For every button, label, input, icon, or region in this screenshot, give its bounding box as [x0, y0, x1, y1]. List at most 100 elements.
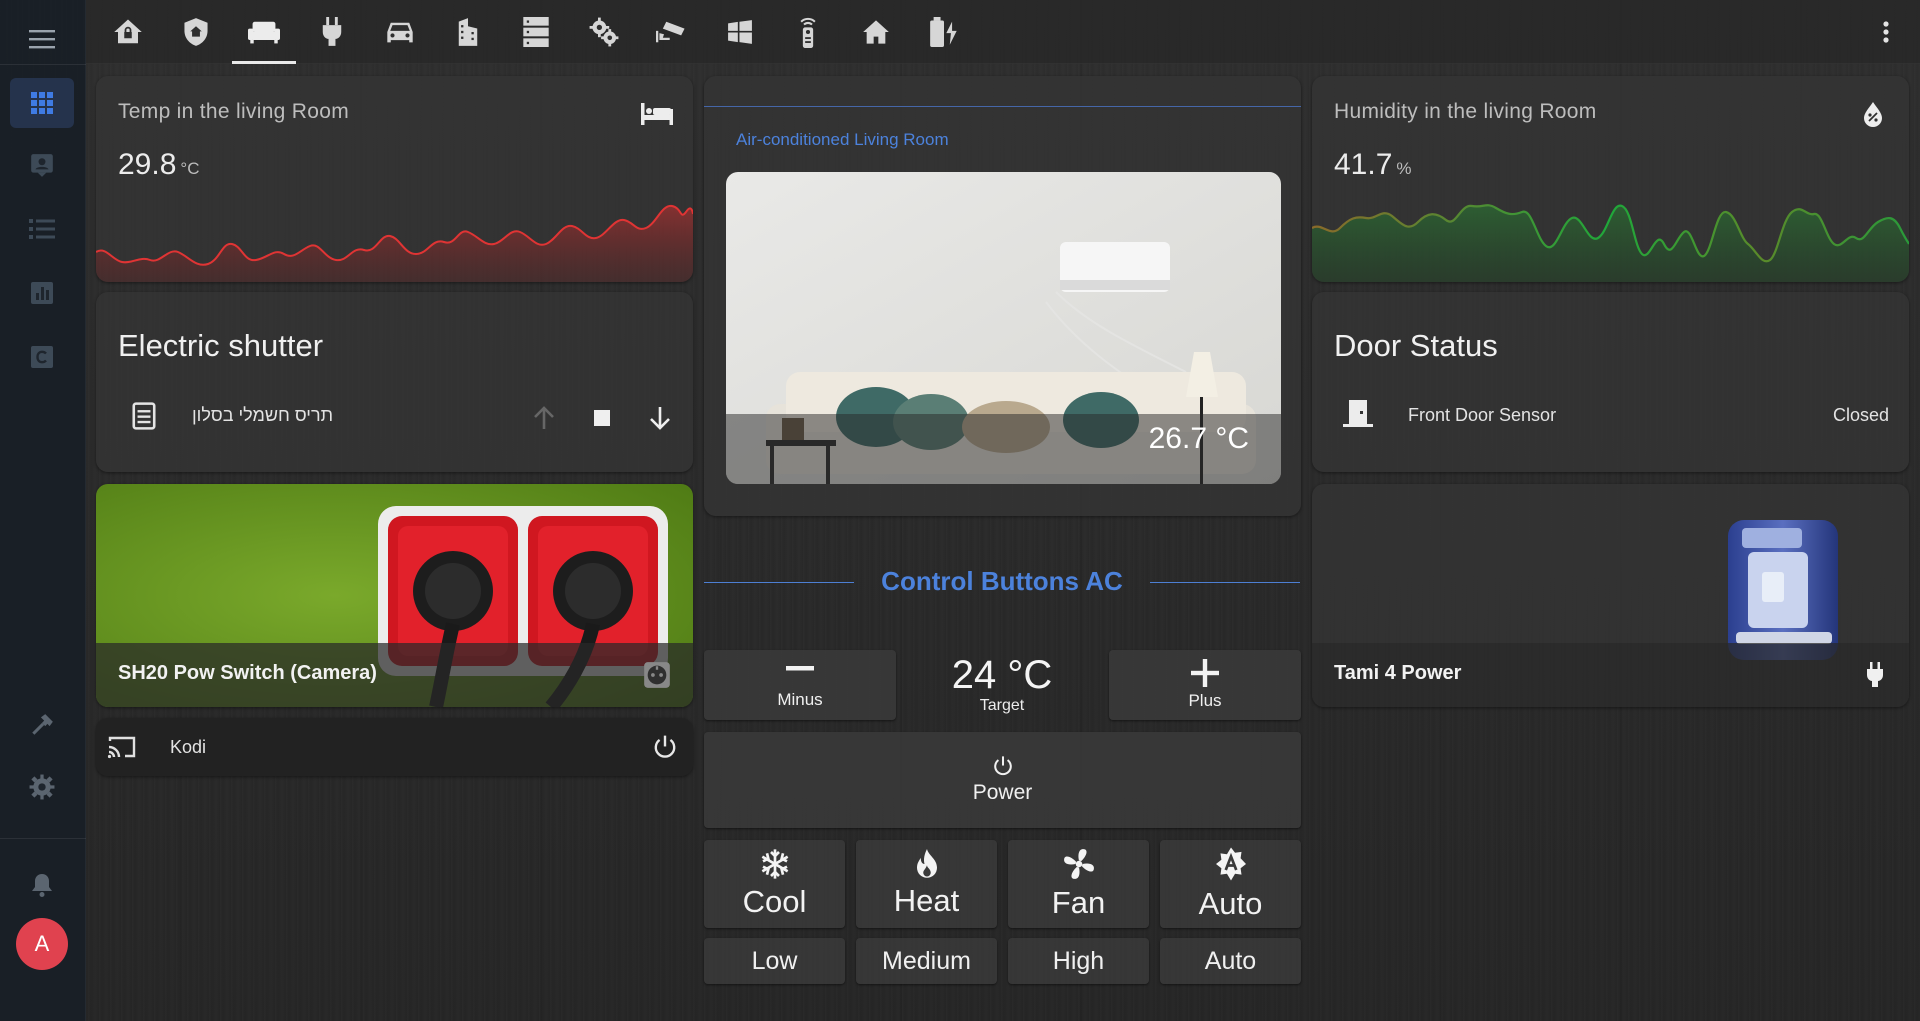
minus-label: Minus: [777, 690, 823, 709]
minus-button[interactable]: Minus: [704, 650, 896, 720]
switch-camera-card[interactable]: SH20 Pow Switch (Camera): [96, 484, 693, 707]
office-building-icon: [458, 18, 478, 46]
kodi-card[interactable]: Kodi: [96, 718, 693, 776]
remote-icon: [800, 17, 816, 48]
socket-icon-wrap[interactable]: [641, 659, 673, 691]
tami-power-card[interactable]: Tami 4 Power: [1312, 484, 1909, 707]
sidebar-item-notifications[interactable]: [10, 860, 74, 910]
mode-label: Fan: [1051, 885, 1106, 920]
sensor-name: Temp in the living Room: [118, 100, 349, 123]
target-label: Target: [979, 697, 1025, 714]
sidebar-item-history[interactable]: [10, 268, 74, 318]
user-avatar[interactable]: A: [16, 918, 68, 970]
card-title: Door Status: [1334, 328, 1498, 363]
chart-box-icon: [31, 282, 53, 304]
arrow-up-icon: [534, 406, 554, 429]
fan-medium-button[interactable]: Medium: [856, 938, 997, 984]
mode-label: Auto: [1198, 886, 1263, 921]
shield-home-icon: [184, 18, 208, 46]
mode-fan-button[interactable]: Fan: [1008, 840, 1149, 928]
switch-name: SH20 Pow Switch (Camera): [118, 662, 377, 684]
overflow-menu-button[interactable]: [1870, 16, 1902, 48]
arrow-down-icon: [650, 407, 670, 430]
cogs-icon: [589, 17, 619, 47]
tab-home[interactable]: [844, 0, 908, 64]
fan-low-button[interactable]: Low: [704, 938, 845, 984]
sidebar-item-logbook[interactable]: [10, 204, 74, 254]
tab-server[interactable]: [504, 0, 568, 64]
power-label: Power: [972, 781, 1033, 804]
fan-high-button[interactable]: High: [1008, 938, 1149, 984]
dots-vertical-icon: [1883, 21, 1889, 43]
shutter-open-button[interactable]: [524, 398, 564, 438]
tab-shield-home[interactable]: [164, 0, 228, 64]
card-title: Electric shutter: [118, 328, 324, 363]
ac-picture-card: Air-conditioned Living Room 26.7 °C: [704, 76, 1301, 516]
temp-value: 29.8: [118, 148, 177, 181]
ac-power-button[interactable]: Power: [704, 732, 1301, 828]
tab-cogs[interactable]: [572, 0, 636, 64]
tami-plug-button[interactable]: [1859, 659, 1891, 691]
cctv-icon: [656, 21, 685, 43]
shutter-stop-button[interactable]: [582, 398, 622, 438]
door-closed-icon: [1343, 400, 1373, 427]
tab-home-lock[interactable]: [96, 0, 160, 64]
sidebar-item-developer-tools[interactable]: [10, 700, 74, 750]
grid-icon: [31, 92, 53, 114]
cast-icon: [107, 736, 136, 759]
tab-cctv[interactable]: [640, 0, 704, 64]
format-list-icon: [29, 219, 55, 239]
door-status-card: Door Status Front Door Sensor Closed: [1312, 292, 1909, 472]
home-icon: [863, 20, 889, 44]
control-buttons-header: Control Buttons AC: [704, 562, 1300, 602]
shutter-icon-wrap[interactable]: [128, 400, 160, 432]
sensor-value: 29.8 °C: [118, 148, 199, 182]
temp-sensor-card[interactable]: Temp in the living Room 29.8 °C: [96, 76, 693, 282]
alpha-c-box-icon: [31, 346, 53, 368]
humidity-sensor-card[interactable]: Humidity in the living Room 41.7%: [1312, 76, 1909, 282]
sidebar: A: [0, 0, 86, 1021]
gear-icon: [29, 774, 55, 800]
mode-heat-button[interactable]: Heat: [856, 840, 997, 928]
sensor-name: Humidity in the living Room: [1334, 100, 1597, 123]
tab-windows[interactable]: [708, 0, 772, 64]
door-sensor-name[interactable]: Front Door Sensor: [1408, 405, 1556, 426]
kodi-name: Kodi: [170, 737, 207, 757]
fan-auto-button[interactable]: Auto: [1160, 938, 1301, 984]
sidebar-item-settings[interactable]: [10, 762, 74, 812]
section-title: Control Buttons AC: [881, 566, 1123, 596]
plus-icon: [1191, 659, 1219, 687]
fan-speed-label: Auto: [1204, 946, 1257, 975]
water-percent-icon: [1864, 102, 1882, 127]
sidebar-item-map[interactable]: [10, 140, 74, 190]
humidity-unit: %: [1396, 159, 1412, 178]
mode-cool-button[interactable]: Cool: [704, 840, 845, 928]
bed-icon: [641, 103, 673, 125]
server-icon: [523, 17, 549, 47]
car-icon: [387, 22, 413, 43]
sidebar-item-overview[interactable]: [10, 78, 74, 128]
cast-icon-wrap: [106, 731, 138, 763]
tab-remote[interactable]: [776, 0, 840, 64]
tab-power-plug[interactable]: [300, 0, 364, 64]
tab-office[interactable]: [436, 0, 500, 64]
door-state: Closed: [1832, 405, 1889, 425]
window-shutter-icon: [132, 402, 156, 430]
bed-icon-wrap: [641, 98, 673, 130]
ac-header: Air-conditioned Living Room: [736, 130, 949, 149]
kodi-power-button[interactable]: [649, 731, 681, 763]
shutter-close-button[interactable]: [640, 398, 680, 438]
door-icon-wrap[interactable]: [1342, 398, 1374, 430]
mode-auto-button[interactable]: Auto: [1160, 840, 1301, 928]
ac-room-image[interactable]: 26.7 °C: [726, 172, 1281, 484]
tab-living-room[interactable]: [232, 0, 296, 64]
tab-car[interactable]: [368, 0, 432, 64]
menu-toggle-button[interactable]: [10, 14, 74, 64]
plus-button[interactable]: Plus: [1109, 650, 1301, 720]
shutter-card: Electric shutter תריס חשמלי בסלון: [96, 292, 693, 472]
sidebar-item-configurator[interactable]: [10, 332, 74, 382]
tab-battery[interactable]: [912, 0, 976, 64]
auto-mode-icon: [1215, 847, 1246, 881]
target-temp-display: 24 °C Target: [906, 650, 1098, 720]
shutter-entity-name[interactable]: תריס חשמלי בסלון: [192, 405, 333, 426]
